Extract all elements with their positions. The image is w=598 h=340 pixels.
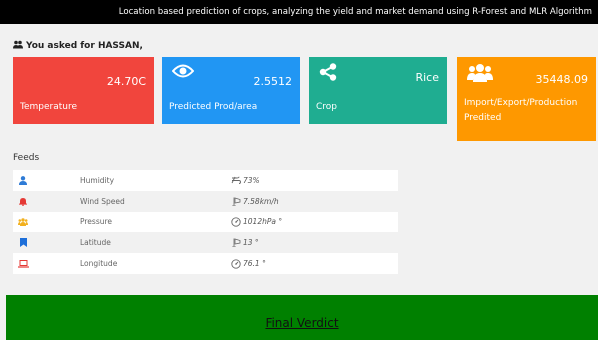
predicted-prod-value: 2.5512 [253, 75, 293, 88]
wind-speed-value: 7.58km/h [243, 196, 279, 206]
feed-value: 73% [231, 176, 260, 185]
crop-card: Rice Crop [309, 57, 447, 124]
query-text: You asked for HASSAN, [26, 41, 143, 51]
query-heading: You asked for HASSAN, [13, 40, 143, 52]
import-export-value: 35448.09 [535, 73, 589, 86]
crop-value: Rice [415, 71, 439, 84]
bell-icon [13, 197, 33, 206]
feed-name: Pressure [80, 217, 113, 227]
laptop-icon [13, 259, 33, 268]
feed-row-longitude: Longitude 76.1 ° [13, 253, 398, 274]
header-bar: Location based prediction of crops, anal… [0, 0, 598, 24]
final-verdict-link[interactable]: Final Verdict [6, 316, 598, 330]
gauge-icon [231, 259, 241, 269]
share-icon [319, 63, 337, 85]
user-icon [13, 175, 33, 185]
feed-value: 1012hPa ° [231, 217, 283, 228]
feed-row-humidity: Humidity 73% [13, 170, 398, 191]
feed-name: Latitude [80, 238, 111, 248]
feed-row-pressure: Pressure 1012hPa ° [13, 211, 398, 233]
verdict-panel: Final Verdict [6, 295, 598, 340]
feed-name: Wind Speed [80, 196, 125, 206]
users-icon [13, 218, 33, 226]
temperature-label: Temperature [20, 102, 78, 112]
feeds-title: Feeds [13, 153, 40, 163]
import-export-label: Import/Export/Production Predited [464, 98, 578, 123]
eye-icon [171, 63, 195, 83]
feed-name: Humidity [80, 175, 115, 185]
feed-value: 7.58km/h [231, 196, 279, 207]
bookmark-icon [13, 238, 33, 248]
humidity-value: 73% [243, 175, 260, 185]
import-export-card: 35448.09 Import/Export/Production Predit… [457, 57, 596, 141]
pressure-value: 1012hPa ° [243, 217, 283, 227]
gauge-icon [231, 217, 241, 228]
group-icon [13, 40, 23, 52]
feed-value: 76.1 ° [231, 259, 266, 269]
feed-row-wind-speed: Wind Speed 7.58km/h [13, 190, 398, 212]
temperature-value: 24.70C [106, 75, 146, 88]
predicted-prod-label: Predicted Prod/area [169, 102, 258, 112]
latitude-value: 13 ° [243, 238, 259, 248]
wind-icon [231, 176, 241, 185]
feed-row-latitude: Latitude 13 ° [13, 232, 398, 254]
users-icon [467, 63, 493, 87]
wind-sock-icon [231, 238, 241, 248]
feed-value: 13 ° [231, 238, 259, 248]
feed-name: Longitude [80, 259, 118, 269]
predicted-prod-card: 2.5512 Predicted Prod/area [162, 57, 300, 124]
header-title: Location based prediction of crops, anal… [118, 7, 592, 17]
feeds-table: Humidity 73% Wind Speed 7.58km/h Pressur… [13, 170, 398, 274]
temperature-card: 24.70C Temperature [13, 57, 154, 124]
wind-sock-icon [231, 197, 241, 207]
longitude-value: 76.1 ° [243, 259, 266, 269]
crop-label: Crop [316, 102, 338, 112]
